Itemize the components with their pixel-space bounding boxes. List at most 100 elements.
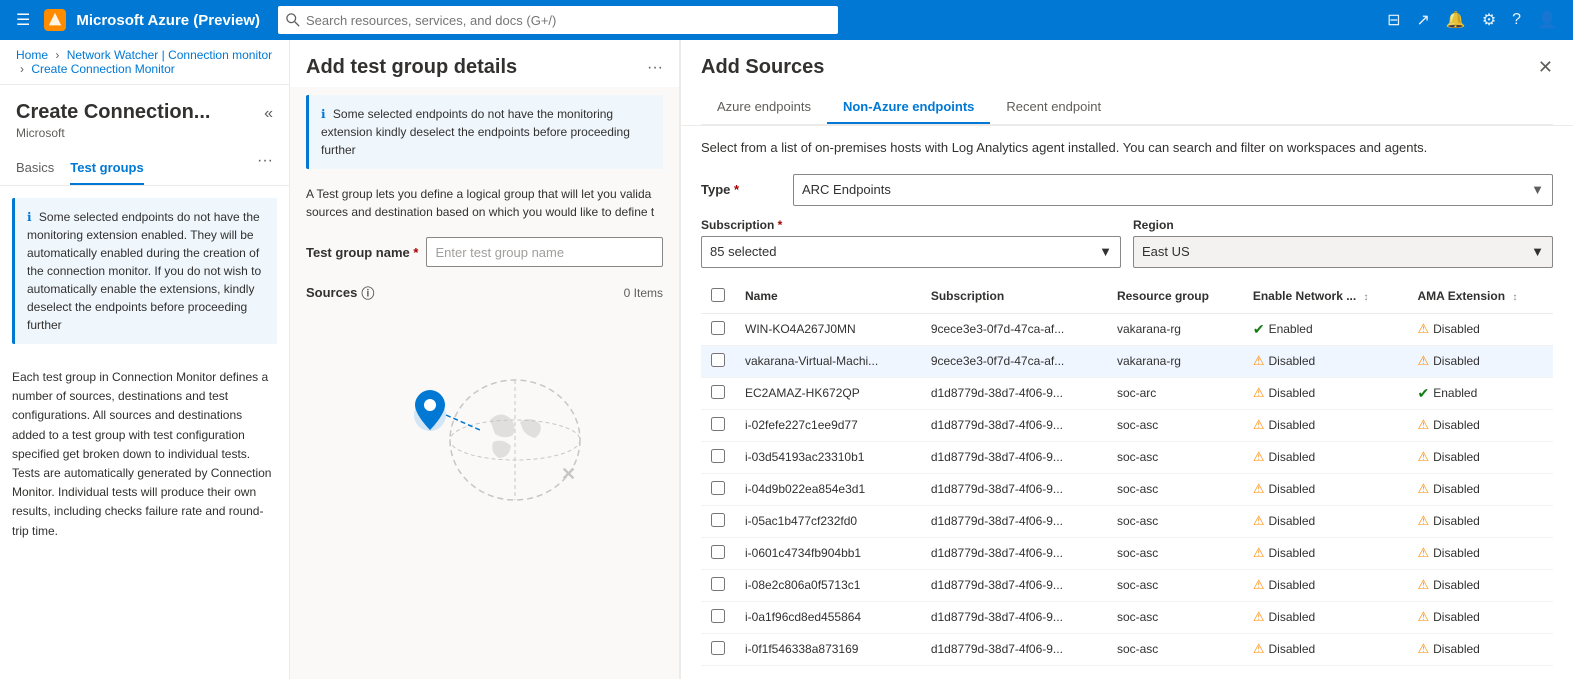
ama-label: Disabled: [1433, 578, 1480, 592]
cell-name-10[interactable]: i-0f1f546338a873169: [735, 633, 921, 665]
subscription-select[interactable]: 85 selected ▼: [701, 236, 1121, 268]
cell-ama-extension-2: ✔ Enabled: [1407, 377, 1553, 409]
search-bar[interactable]: [278, 6, 838, 34]
cell-ama-extension-5: ⚠ Disabled: [1407, 473, 1553, 505]
cell-name-7[interactable]: i-0601c4734fb904bb1: [735, 537, 921, 569]
sort-icon-enable[interactable]: ↕: [1364, 292, 1369, 303]
tab-azure-endpoints[interactable]: Azure endpoints: [701, 91, 827, 124]
cell-name-1[interactable]: vakarana-Virtual-Machi...: [735, 345, 921, 377]
tab-recent-endpoint[interactable]: Recent endpoint: [990, 91, 1117, 124]
cell-name-3[interactable]: i-02fefe227c1ee9d77: [735, 409, 921, 441]
breadcrumb-create[interactable]: Create Connection Monitor: [31, 62, 174, 76]
cell-ama-extension-6: ⚠ Disabled: [1407, 505, 1553, 537]
cell-ama-extension-7: ⚠ Disabled: [1407, 537, 1553, 569]
middle-panel: Add test group details ··· ℹ Some select…: [290, 40, 680, 679]
row-checkbox-0[interactable]: [711, 321, 725, 335]
add-sources-title: Add Sources: [701, 56, 824, 79]
cell-name-0[interactable]: WIN-KO4A267J0MN: [735, 313, 921, 345]
row-checkbox-9[interactable]: [711, 609, 725, 623]
region-arrow-icon: ▼: [1531, 244, 1544, 259]
sidebar-tab-more-icon[interactable]: ···: [257, 152, 273, 185]
row-checkbox-5[interactable]: [711, 481, 725, 495]
row-checkbox-6[interactable]: [711, 513, 725, 527]
row-checkbox-4[interactable]: [711, 449, 725, 463]
sidebar-tabs: Basics Test groups ···: [0, 152, 289, 186]
enable-network-label: Disabled: [1269, 386, 1316, 400]
ama-label: Disabled: [1433, 482, 1480, 496]
sort-icon-ama[interactable]: ↕: [1512, 292, 1517, 303]
ama-warn-icon: ⚠: [1417, 577, 1429, 593]
sources-table: Name Subscription Resource group Enable …: [701, 280, 1553, 666]
test-group-name-input[interactable]: [426, 237, 663, 267]
cell-subscription-5: d1d8779d-38d7-4f06-9...: [921, 473, 1107, 505]
header-ama-extension: AMA Extension ↕: [1407, 280, 1553, 314]
breadcrumb-watcher[interactable]: Network Watcher | Connection monitor: [67, 48, 272, 62]
cell-enable-network-3: ⚠ Disabled: [1243, 409, 1408, 441]
ama-warn-icon: ⚠: [1417, 545, 1429, 561]
cell-subscription-8: d1d8779d-38d7-4f06-9...: [921, 569, 1107, 601]
cell-ama-extension-4: ⚠ Disabled: [1407, 441, 1553, 473]
hamburger-icon[interactable]: ☰: [12, 6, 34, 34]
cell-name-5[interactable]: i-04d9b022ea854e3d1: [735, 473, 921, 505]
row-checkbox-3[interactable]: [711, 417, 725, 431]
enable-network-label: Disabled: [1269, 578, 1316, 592]
cell-resource-group-2: soc-arc: [1107, 377, 1243, 409]
cell-enable-network-8: ⚠ Disabled: [1243, 569, 1408, 601]
sidebar-header: Create Connection... Microsoft «: [0, 85, 289, 144]
row-checkbox-7[interactable]: [711, 545, 725, 559]
cell-resource-group-3: soc-asc: [1107, 409, 1243, 441]
close-button[interactable]: ✕: [1538, 57, 1553, 78]
profile-icon[interactable]: 👤: [1533, 6, 1561, 34]
azure-logo: [44, 9, 66, 31]
search-input[interactable]: [306, 13, 830, 28]
cell-name-9[interactable]: i-0a1f96cd8ed455864: [735, 601, 921, 633]
cell-name-4[interactable]: i-03d54193ac23310b1: [735, 441, 921, 473]
select-all-checkbox[interactable]: [711, 288, 725, 302]
cell-resource-group-9: soc-asc: [1107, 601, 1243, 633]
middle-more-icon[interactable]: ···: [647, 59, 663, 77]
sidebar-tab-testgroups[interactable]: Test groups: [70, 152, 143, 185]
row-checkbox-2[interactable]: [711, 385, 725, 399]
cell-ama-extension-9: ⚠ Disabled: [1407, 601, 1553, 633]
portal-icon[interactable]: ↗: [1413, 6, 1434, 34]
help-icon[interactable]: ?: [1508, 7, 1525, 33]
type-select[interactable]: ARC Endpoints ▼: [793, 174, 1553, 206]
header-name: Name: [735, 280, 921, 314]
table-row: i-04d9b022ea854e3d1d1d8779d-38d7-4f06-9.…: [701, 473, 1553, 505]
ama-label: Enabled: [1433, 386, 1477, 400]
cell-name-6[interactable]: i-05ac1b477cf232fd0: [735, 505, 921, 537]
tab-non-azure-endpoints[interactable]: Non-Azure endpoints: [827, 91, 990, 124]
type-label: Type *: [701, 182, 781, 197]
cell-resource-group-6: soc-asc: [1107, 505, 1243, 537]
enable-network-label: Disabled: [1269, 546, 1316, 560]
breadcrumb: Home › Network Watcher | Connection moni…: [0, 40, 289, 85]
cell-name-8[interactable]: i-08e2c806a0f5713c1: [735, 569, 921, 601]
row-checkbox-1[interactable]: [711, 353, 725, 367]
row-checkbox-8[interactable]: [711, 577, 725, 591]
cell-resource-group-1: vakarana-rg: [1107, 345, 1243, 377]
region-label: Region: [1133, 218, 1553, 232]
breadcrumb-home[interactable]: Home: [16, 48, 48, 62]
ama-warn-icon: ⚠: [1417, 353, 1429, 369]
info-icon: ℹ: [27, 210, 32, 224]
type-value: ARC Endpoints: [802, 182, 891, 197]
cell-enable-network-2: ⚠ Disabled: [1243, 377, 1408, 409]
cloud-shell-icon[interactable]: ⊟: [1383, 6, 1404, 34]
subscription-group: Subscription * 85 selected ▼: [701, 218, 1121, 268]
enable-network-label: Disabled: [1269, 450, 1316, 464]
sidebar-info-text: Some selected endpoints do not have the …: [27, 210, 261, 332]
settings-icon[interactable]: ⚙: [1478, 6, 1500, 34]
cell-name-2[interactable]: EC2AMAZ-HK672QP: [735, 377, 921, 409]
sidebar-tab-basics[interactable]: Basics: [16, 152, 54, 185]
table-row: i-0601c4734fb904bb1d1d8779d-38d7-4f06-9.…: [701, 537, 1553, 569]
row-checkbox-10[interactable]: [711, 641, 725, 655]
sidebar-collapse-icon[interactable]: «: [264, 105, 273, 123]
sources-count: 0 Items: [624, 286, 663, 300]
table-row: vakarana-Virtual-Machi...9cece3e3-0f7d-4…: [701, 345, 1553, 377]
cell-enable-network-10: ⚠ Disabled: [1243, 633, 1408, 665]
region-group: Region East US ▼: [1133, 218, 1553, 268]
region-select[interactable]: East US ▼: [1133, 236, 1553, 268]
cell-resource-group-4: soc-asc: [1107, 441, 1243, 473]
notifications-icon[interactable]: 🔔: [1442, 6, 1470, 34]
ama-label: Disabled: [1433, 642, 1480, 656]
